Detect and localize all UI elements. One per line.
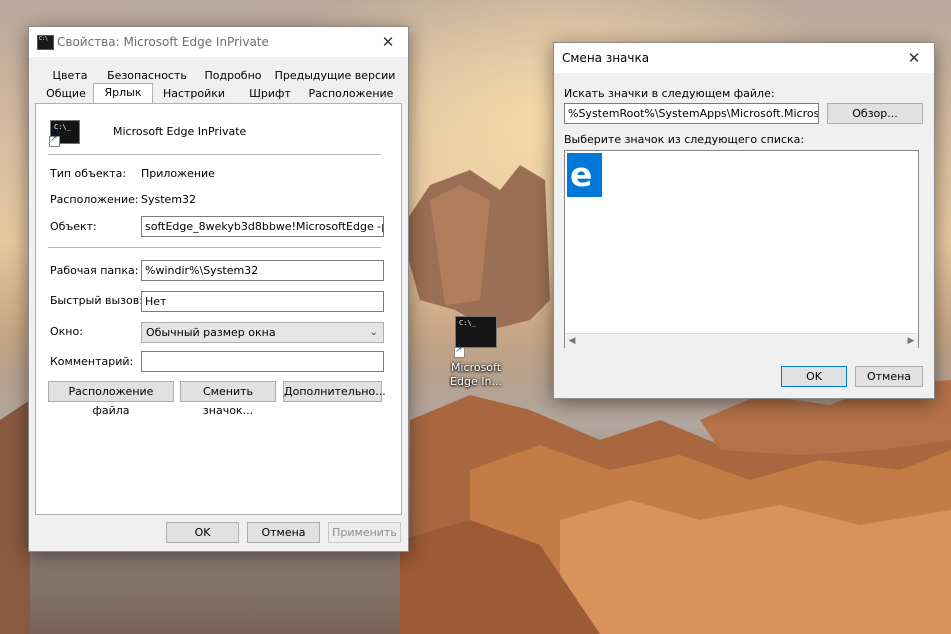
tab-colors[interactable]: Цвета <box>45 67 95 84</box>
tabs-bottom-row: Общие Ярлык Настройки Шрифт Расположение <box>35 83 399 103</box>
console-app-icon <box>37 35 54 50</box>
hotkey-label: Быстрый вызов: <box>50 294 143 307</box>
change-icon-button[interactable]: Сменить значок... <box>180 381 276 417</box>
tab-general[interactable]: Общие <box>39 85 93 102</box>
tab-security[interactable]: Безопасность <box>101 67 193 84</box>
shortcut-arrow-icon <box>454 345 465 358</box>
type-label: Тип объекта: <box>50 167 127 180</box>
tab-font[interactable]: Шрифт <box>239 85 301 102</box>
tab-shortcut[interactable]: Ярлык <box>93 83 153 103</box>
separator <box>48 247 381 248</box>
change-icon-cancel-button[interactable]: Отмена <box>855 366 923 387</box>
icon-list-label: Выберите значок из следующего списка: <box>564 133 805 146</box>
window-select-value: Обычный размер окна <box>146 326 276 339</box>
location-value: System32 <box>141 193 197 206</box>
properties-cancel-button[interactable]: Отмена <box>247 522 320 543</box>
hotkey-field[interactable]: Нет <box>141 291 384 312</box>
icon-file-field[interactable]: %SystemRoot%\SystemApps\Microsoft.Micros… <box>564 103 819 124</box>
window-label: Окно: <box>50 325 83 338</box>
desktop-shortcut-label: Microsoft Edge In... <box>440 361 512 389</box>
desktop-label-line1: Microsoft <box>450 361 502 374</box>
window-select[interactable]: Обычный размер окна ⌄ <box>141 322 384 343</box>
icon-list[interactable]: e ◀ ▶ <box>564 150 919 348</box>
properties-window: Свойства: Microsoft Edge InPrivate ✕ Цве… <box>28 26 409 552</box>
comment-label: Комментарий: <box>50 355 134 368</box>
icon-list-scrollbar[interactable]: ◀ ▶ <box>565 333 918 348</box>
change-icon-title: Смена значка <box>562 51 650 65</box>
change-icon-ok-button[interactable]: OK <box>781 366 847 387</box>
shortcut-name: Microsoft Edge InPrivate <box>113 125 247 138</box>
edge-icon[interactable]: e <box>567 153 602 197</box>
target-label: Объект: <box>50 220 97 233</box>
advanced-button[interactable]: Дополнительно... <box>283 381 386 402</box>
location-label: Расположение: <box>50 193 139 206</box>
tab-previous-versions[interactable]: Предыдущие версии <box>273 67 397 84</box>
comment-field[interactable] <box>141 351 384 372</box>
scroll-right-icon[interactable]: ▶ <box>904 334 918 348</box>
close-icon[interactable]: ✕ <box>894 43 934 73</box>
desktop-label-line2: Edge In... <box>450 375 502 388</box>
tabs-top-row: Цвета Безопасность Подробно Предыдущие в… <box>35 67 399 85</box>
search-file-label: Искать значки в следующем файле: <box>564 87 775 100</box>
tab-layout[interactable]: Расположение <box>305 85 397 102</box>
chevron-down-icon: ⌄ <box>369 327 378 338</box>
change-icon-titlebar[interactable]: Смена значка ✕ <box>554 43 934 73</box>
separator <box>48 154 381 155</box>
console-icon: C:\_ <box>455 316 497 348</box>
properties-apply-button[interactable]: Применить <box>328 522 401 543</box>
properties-title: Свойства: Microsoft Edge InPrivate <box>57 35 269 49</box>
target-field[interactable]: softEdge_8wekyb3d8bbwe!MicrosoftEdge -pr… <box>141 216 384 237</box>
type-value: Приложение <box>141 167 215 180</box>
open-file-location-button[interactable]: Расположение файла <box>48 381 174 417</box>
tab-details[interactable]: Подробно <box>199 67 267 84</box>
change-icon-window: Смена значка ✕ Искать значки в следующем… <box>553 42 935 399</box>
workdir-label: Рабочая папка: <box>50 264 139 277</box>
properties-titlebar[interactable]: Свойства: Microsoft Edge InPrivate ✕ <box>29 27 408 57</box>
browse-button[interactable]: Обзор... <box>827 103 923 124</box>
scroll-left-icon[interactable]: ◀ <box>565 334 579 348</box>
shortcut-arrow-icon <box>49 134 60 147</box>
close-icon[interactable]: ✕ <box>368 27 408 57</box>
workdir-field[interactable]: %windir%\System32 <box>141 260 384 281</box>
properties-ok-button[interactable]: OK <box>166 522 239 543</box>
tab-options[interactable]: Настройки <box>155 85 233 102</box>
shortcut-panel: C:\_ Microsoft Edge InPrivate Тип объект… <box>35 103 402 515</box>
